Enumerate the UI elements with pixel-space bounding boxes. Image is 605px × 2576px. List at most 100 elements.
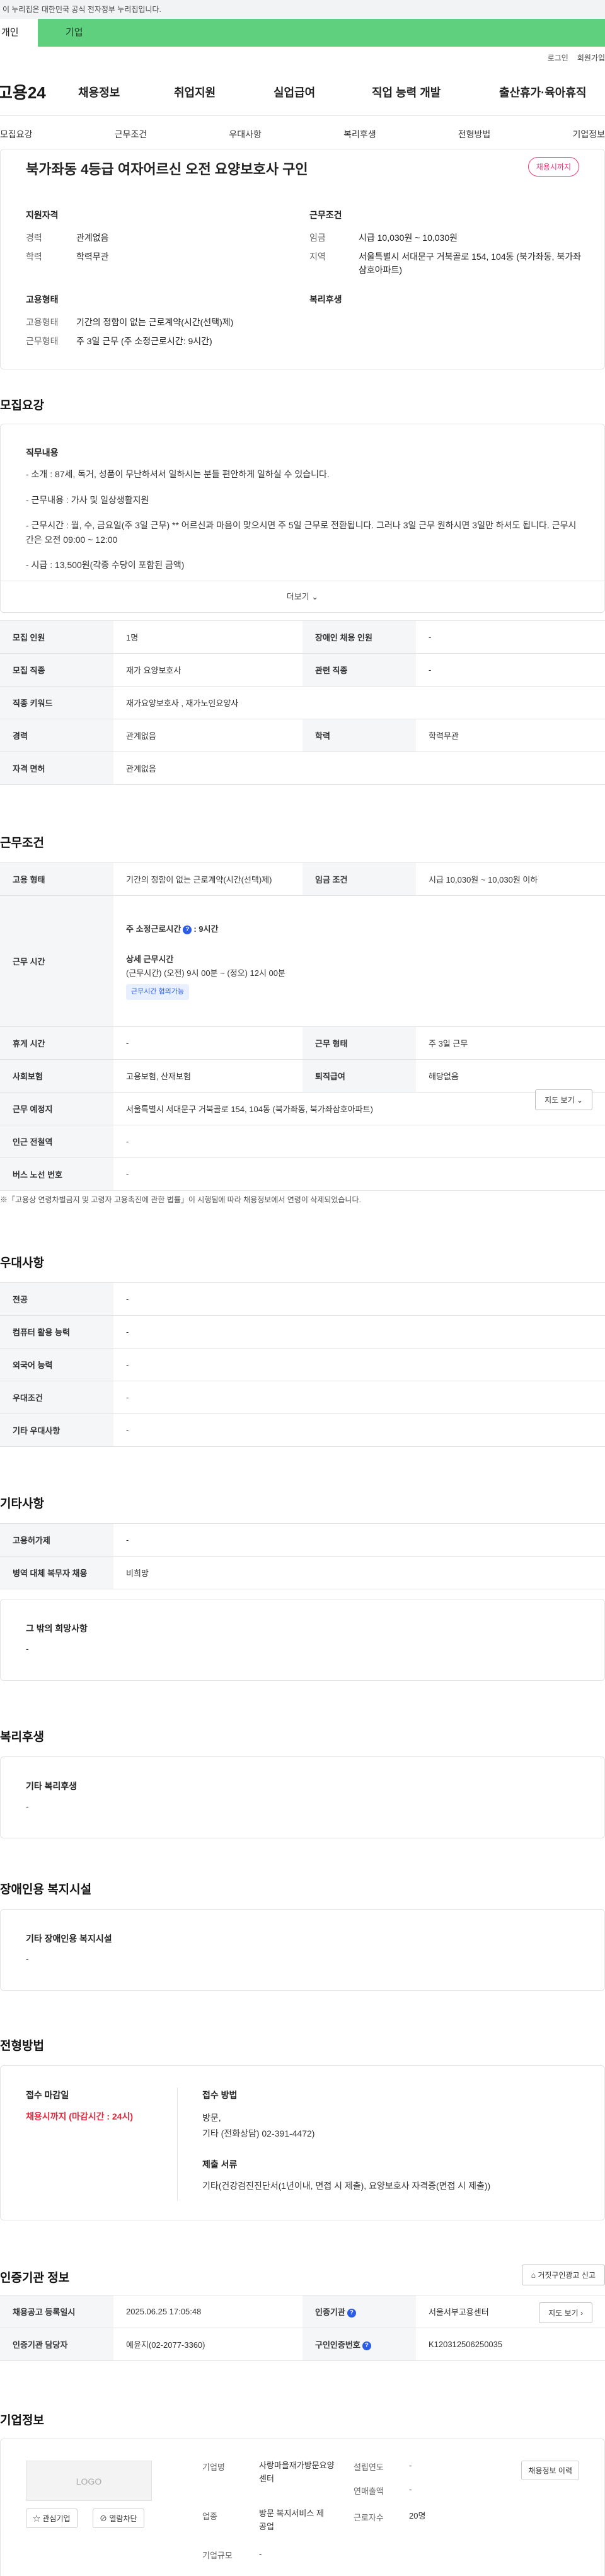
gnb-item-training[interactable]: 직업 능력 개발 [372, 84, 499, 100]
industry-label: 업종 [202, 2512, 217, 2521]
desc-line: - 시급 : 13,500원(각종 수당이 포함된 금액) [26, 559, 185, 570]
table-row: 휴게 시간 - 근무 형태 주 3일 근무 [0, 1026, 605, 1060]
anchor-work[interactable]: 근무조건 [115, 128, 147, 141]
section-title-cert: 인증기관 정보 [0, 2271, 70, 2285]
history-button[interactable]: 채용정보 이력 [521, 2461, 579, 2480]
company-logo: LOGO [26, 2461, 152, 2501]
global-nav: 고용24 채용정보 취업지원 실업급여 직업 능력 개발 출산휴가·육아휴직 [0, 68, 605, 116]
table-row: 모집 직종 재가 요양보호사 관련 직종 - [0, 653, 605, 687]
help-icon[interactable]: ? [183, 925, 192, 934]
anchor-nav: 모집요강 근무조건 우대사항 복리후생 전형방법 기업정보 [0, 116, 605, 153]
docs-value: 기타(건강검진진단서(1년이내, 면접 시 제출), 요양보호사 자격증(면접 … [202, 2181, 491, 2191]
desc-line: - 근무내용 : 가사 및 일상생활지원 [26, 494, 149, 505]
anchor-company[interactable]: 기업정보 [572, 128, 605, 141]
etc-table: 고용허가제 - 병역 대체 복무자 채용 비희망 [0, 1523, 605, 1589]
cond-region: 지역 서울특별시 서대문구 거북골로 154, 104동 (북가좌동, 북가좌삼호… [309, 252, 581, 275]
process-card: 접수 마감일 채용시까지 (마감시간 : 24시) 접수 방법 방문, 기타 (전… [0, 2065, 605, 2220]
detail-hours: (근무시간) (오전) 9시 00분 ~ (정오) 12시 00분 [126, 968, 285, 978]
qual-education: 학력 학력무관 [26, 252, 109, 262]
sales-label: 연매출액 [354, 2486, 384, 2496]
gnb-item-leave[interactable]: 출산휴가·육아휴직 [499, 84, 586, 100]
chevron-down-icon: ⌄ [311, 592, 319, 601]
chevron-right-icon: › [580, 2309, 583, 2318]
map-button[interactable]: 지도 보기 ⌄ [535, 1089, 592, 1110]
cert-map-button[interactable]: 지도 보기 › [539, 2302, 592, 2323]
section-title-welfare: 복리후생 [0, 1731, 44, 1744]
anchor-recruit[interactable]: 모집요강 [0, 128, 33, 141]
table-row: 근무 예정지 서울특별시 서대문구 거북골로 154, 104동 (북가좌동, 북… [0, 1092, 605, 1125]
other-wishes-value: - [26, 1644, 29, 1654]
table-row: 자격 면허 관계없음 [0, 751, 605, 785]
age-note: ※「고용상 연령차별금지 및 고령자 고용촉진에 관한 법률」이 시행됨에 따라… [0, 1195, 361, 1204]
cert-table: 채용공고 등록일시 2025.06.25 17:05:48 인증기관? 서울서부고용… [0, 2295, 605, 2361]
section-title-process: 전형방법 [0, 2039, 44, 2053]
emp-form: 근무형태 주 3일 근무 (주 소정근로시간: 9시간) [26, 336, 212, 346]
anchor-process[interactable]: 전형방법 [458, 128, 491, 141]
section-title-etc: 기타사항 [0, 1497, 44, 1511]
welfare-label: 기타 복리후생 [26, 1781, 78, 1791]
weekly-hours: 주 소정근로시간?: 9시간 [126, 924, 219, 934]
login-link[interactable]: 로그인 [548, 52, 568, 63]
table-row: 직종 키워드 재가요양보호사 , 재가노인요양사 [0, 686, 605, 719]
table-row: 병역 대체 복무자 채용 비희망 [0, 1556, 605, 1589]
anchor-prefer[interactable]: 우대사항 [229, 128, 262, 141]
table-row: 모집 인원 1명 장애인 채용 인원 - [0, 620, 605, 654]
qualification-heading: 지원자격 [26, 210, 59, 220]
block-view-button[interactable]: ⊘ 열람차단 [93, 2509, 144, 2528]
tab-company[interactable]: 기업 [38, 19, 605, 47]
logo[interactable]: 고용24 [0, 80, 78, 103]
staff-value: 20명 [409, 2511, 426, 2521]
size-value: - [259, 2549, 262, 2558]
welfare-heading: 복리후생 [309, 294, 342, 305]
condition-heading: 근무조건 [309, 210, 342, 220]
gnb-item-jobs[interactable]: 채용정보 [78, 84, 174, 100]
table-row: 버스 노선 번호 - [0, 1157, 605, 1191]
section-title-company: 기업정보 [0, 2414, 44, 2427]
more-button[interactable]: 더보기 ⌄ [1, 581, 604, 612]
tab-personal[interactable]: 개인 [0, 19, 38, 47]
false-ad-report-button[interactable]: ⌂ 거짓구인광고 신고 [521, 2265, 605, 2285]
status-badge: 채용시까지 [527, 157, 579, 177]
other-wishes-card: 그 밖의 희망사항 - [0, 1599, 605, 1681]
table-row: 인근 전철역 - [0, 1125, 605, 1158]
sales-value: - [409, 2485, 412, 2494]
company-card: LOGO ☆ 관심기업 ⊘ 열람차단 기업명 사랑마을재가방문요양센터 업종 방… [0, 2439, 605, 2576]
table-row: 경력 관계없음 학력 학력무관 [0, 719, 605, 752]
deadline-label: 접수 마감일 [26, 2090, 69, 2100]
method-label: 접수 방법 [202, 2090, 238, 2100]
gnb-item-unemployment[interactable]: 실업급여 [274, 84, 372, 100]
docs-label: 제출 서류 [202, 2159, 238, 2169]
prefer-table: 전공 - 컴퓨터 활용 능력 - 외국어 능력 - 우대조건 - 기타 우대사항 - [0, 1282, 605, 1447]
help-icon[interactable]: ? [362, 2341, 371, 2350]
company-name: 사랑마을재가방문요양센터 [259, 2461, 335, 2483]
employment-heading: 고용형태 [26, 294, 59, 305]
table-row: 사회보험 고용보험, 산재보험 퇴직급여 해당없음 [0, 1059, 605, 1093]
disabled-label: 기타 장애인용 복지시설 [26, 1934, 112, 1944]
section-title-recruit: 모집요강 [0, 399, 44, 412]
join-link[interactable]: 회원가입 [577, 52, 605, 63]
method-value: 방문, 기타 (전화상담) 02-391-4472) [202, 2113, 315, 2139]
summary-card: 북가좌동 4등급 여자어르신 오전 요양보호사 구인 채용시까지 지원자격 경력… [0, 149, 605, 369]
company-name-label: 기업명 [202, 2463, 225, 2472]
table-row: 인증기관 담당자 예윤지(02-2077-3360) 구인인증번호? K120312… [0, 2328, 605, 2361]
anchor-welfare[interactable]: 복리후생 [343, 128, 376, 141]
work-table: 고용 형태 기간의 정함이 없는 근로계약(시간(선택)제) 임금 조건 시급 10… [0, 862, 605, 1191]
table-row: 우대조건 - [0, 1381, 605, 1414]
welfare-value: - [26, 1801, 29, 1811]
table-row: 근무 시간 주 소정근로시간?: 9시간 상세 근무시간 (근무시간) (오전)… [0, 895, 605, 1027]
cond-wage: 임금 시급 10,030원 ~ 10,030원 [309, 233, 458, 243]
help-icon[interactable]: ? [347, 2308, 356, 2318]
desc-line: - 근무시간 : 월, 수, 금요일(주 3일 근무) ** 어르신과 마음이 … [26, 520, 577, 545]
top-tabs: 개인 기업 [0, 19, 605, 47]
detail-hours-heading: 상세 근무시간 [126, 954, 174, 965]
industry-value: 방문 복지서비스 제공업 [259, 2509, 324, 2531]
gov-banner: 이 누리집은 대한민국 공식 전자정부 누리집입니다. [0, 0, 605, 19]
gnb-item-employment[interactable]: 취업지원 [174, 84, 274, 100]
section-title-prefer: 우대사항 [0, 1256, 44, 1270]
recruit-table: 모집 인원 1명 장애인 채용 인원 - 모집 직종 재가 요양보호사 관련 직종 - … [0, 620, 605, 785]
interest-company-button[interactable]: ☆ 관심기업 [26, 2509, 78, 2528]
job-description-card: 직무내용 - 소개 : 87세, 독거, 성품이 무난하셔서 일하시는 분들 편… [0, 424, 605, 613]
table-row: 고용허가제 - [0, 1523, 605, 1557]
util-bar: 로그인 회원가입 [0, 47, 605, 68]
welfare-card: 기타 복리후생 - [0, 1756, 605, 1838]
